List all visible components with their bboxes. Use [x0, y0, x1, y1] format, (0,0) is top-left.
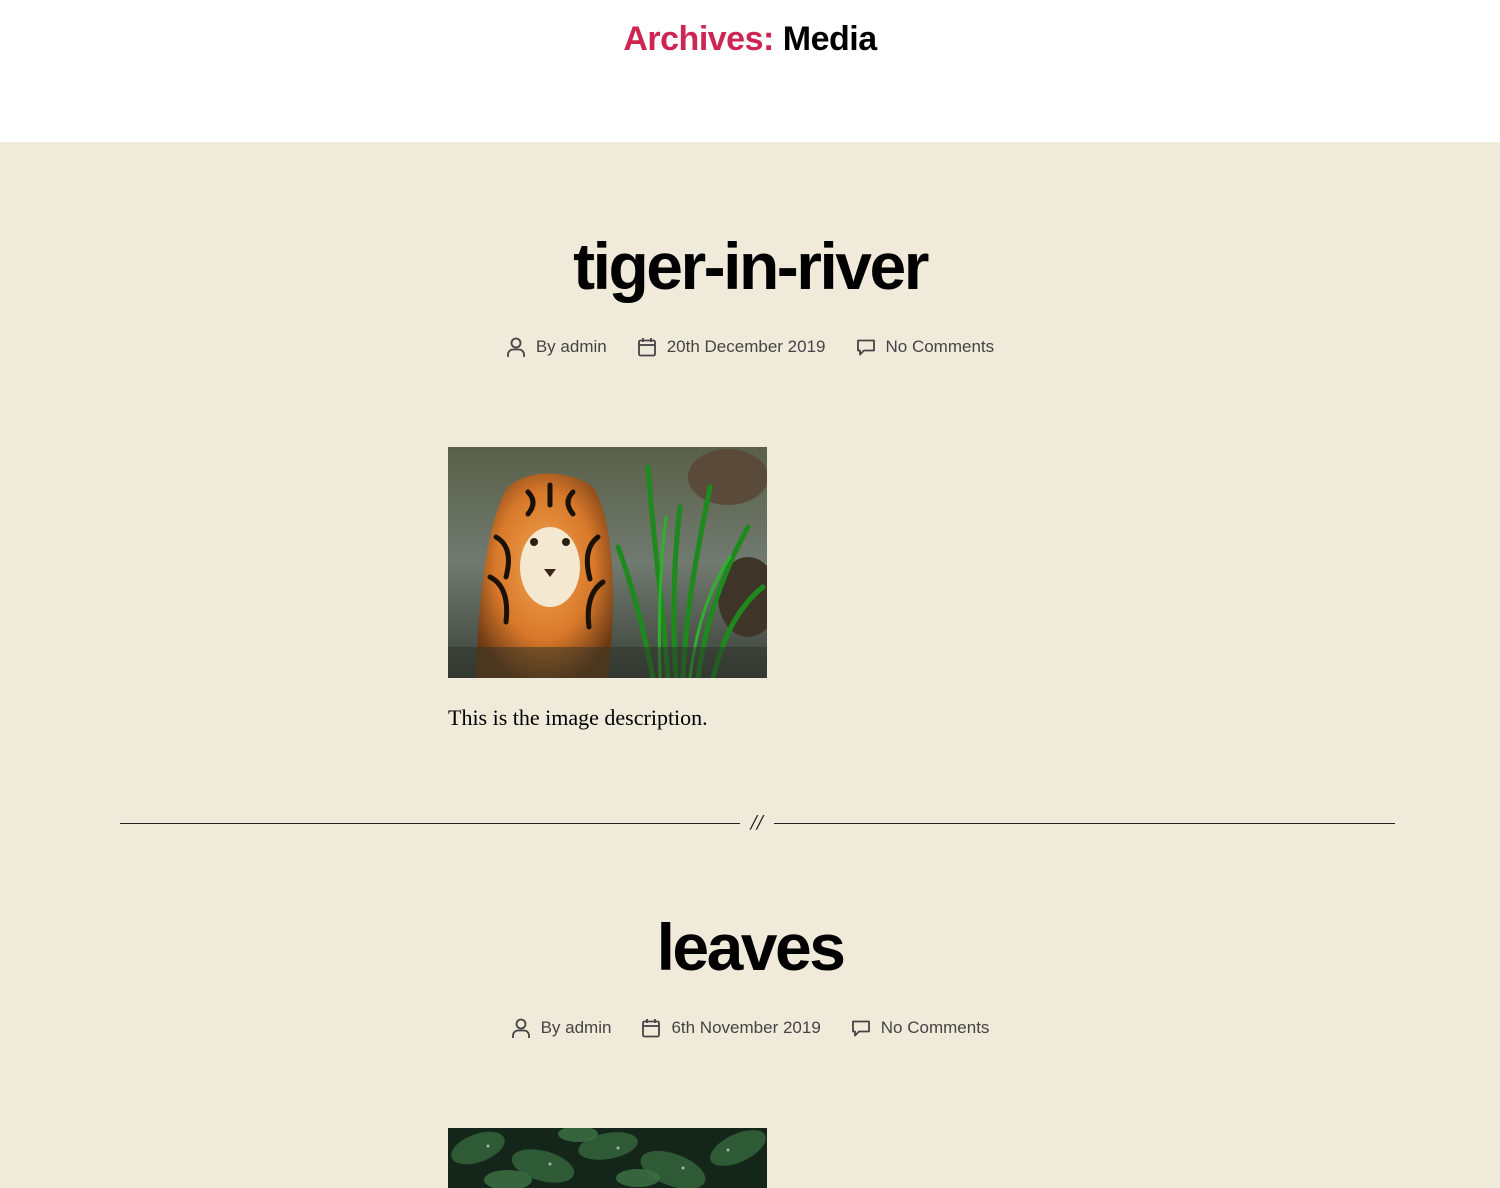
user-icon [506, 336, 526, 358]
post-comments: No Comments [856, 337, 995, 357]
separator-line-left [120, 823, 740, 824]
post-date: 20th December 2019 [637, 337, 826, 357]
archive-header: Archives: Media [0, 0, 1500, 142]
post-author: By admin [506, 336, 607, 358]
tiger-image[interactable] [448, 447, 767, 678]
archive-title-prefix: Archives: [623, 20, 774, 58]
post-title[interactable]: leaves [0, 907, 1500, 987]
calendar-icon [641, 1018, 661, 1038]
post-comments-link[interactable]: No Comments [886, 337, 995, 357]
post-meta: By admin 20th December 2019 No Comments [0, 336, 1500, 358]
post-author-link[interactable]: By admin [541, 1018, 612, 1038]
post-separator: // [120, 813, 1395, 833]
post-title[interactable]: tiger-in-river [0, 226, 1500, 306]
archive-title-name: Media [782, 20, 877, 58]
post-date-link[interactable]: 20th December 2019 [667, 337, 826, 357]
leaves-image[interactable] [448, 1128, 767, 1188]
post-date: 6th November 2019 [641, 1018, 821, 1038]
post-meta: By admin 6th November 2019 No Comments [0, 1017, 1500, 1039]
user-icon [511, 1017, 531, 1039]
separator-mark: // [750, 812, 764, 833]
archive-title: Archives: Media [0, 16, 1500, 62]
comment-icon [856, 337, 876, 357]
post-author: By admin [511, 1017, 612, 1039]
post-date-link[interactable]: 6th November 2019 [671, 1018, 820, 1038]
comment-icon [851, 1018, 871, 1038]
post-author-link[interactable]: By admin [536, 337, 607, 357]
post-comments: No Comments [851, 1018, 990, 1038]
post-description: This is the image description. [448, 705, 708, 730]
separator-line-right [774, 823, 1395, 824]
post-comments-link[interactable]: No Comments [881, 1018, 990, 1038]
calendar-icon [637, 337, 657, 357]
